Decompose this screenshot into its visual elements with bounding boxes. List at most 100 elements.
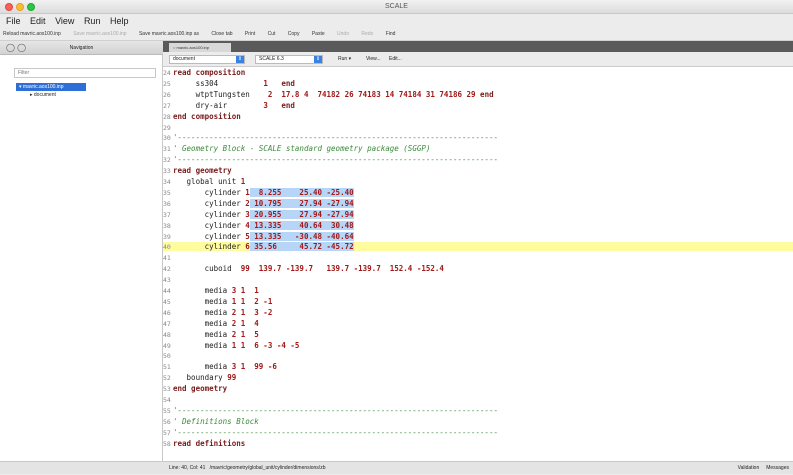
mode-select[interactable]: document ⇕ [169, 55, 245, 64]
code-line[interactable]: 32 '-------------------------------------… [163, 155, 793, 164]
version-select[interactable]: SCALE 6.3 ⇕ [255, 55, 323, 64]
nav-buttons-icon[interactable]: ◯ ◯ [6, 44, 26, 52]
line-number: 31 [163, 145, 171, 154]
line-number: 27 [163, 101, 171, 110]
code-line[interactable]: 33 read geometry [163, 166, 793, 175]
paste-button[interactable]: Paste [312, 31, 325, 37]
find-button[interactable]: Find [386, 31, 396, 37]
tree-item-root[interactable]: ▾ mavric.aos100.inp [16, 83, 86, 91]
code-line[interactable]: 27 dry-air 3 end [163, 101, 793, 110]
close-window-icon[interactable] [5, 3, 13, 11]
code-token: ' Definitions Block [173, 416, 259, 426]
code-token: dry-air [173, 100, 264, 110]
code-line[interactable]: 30 '-------------------------------------… [163, 133, 793, 142]
code-line[interactable]: 45 media 1 1 2 -1 [163, 297, 793, 306]
line-number: 39 [163, 232, 171, 241]
code-line[interactable]: 35 cylinder 1 8.255 25.40 -25.40 [163, 187, 793, 197]
code-line[interactable]: 37 cylinder 3 20.955 27.94 -27.94 [163, 209, 793, 219]
run-button[interactable]: Run ▾ [338, 52, 351, 67]
code-line[interactable]: 46 media 2 1 3 -2 [163, 308, 793, 317]
code-line[interactable]: 54 [163, 395, 793, 404]
code-token: media [173, 307, 232, 317]
line-number: 45 [163, 297, 171, 306]
line-number: 43 [163, 276, 171, 285]
menu-view[interactable]: View [55, 16, 74, 26]
code-token: cylinder [173, 220, 246, 230]
code-token: 2 1 5 [231, 329, 259, 339]
line-number: 44 [163, 287, 171, 295]
messages-tab[interactable]: Messages [766, 465, 789, 471]
code-line[interactable]: 29 [163, 123, 793, 132]
save-button[interactable]: Save mavric.aos100.inp [73, 31, 126, 37]
tree-item-document[interactable]: ▸ document [30, 91, 56, 99]
code-line[interactable]: 44 media 3 1 1 [163, 286, 793, 295]
code-token: 20.955 27.94 -27.94 [254, 209, 354, 219]
navigation-pane [0, 55, 163, 461]
menu-help[interactable]: Help [110, 16, 129, 26]
code-editor[interactable]: 24 read composition 25 ss304 1 end 26 wtptT… [163, 67, 793, 461]
undo-button[interactable]: Undo [337, 31, 349, 37]
save-as-button[interactable]: Save mavric.aos100.inp as [139, 31, 199, 37]
edit-button[interactable]: Edit... [389, 52, 402, 67]
code-line[interactable]: 53 end geometry [163, 384, 793, 393]
code-line[interactable]: 40 cylinder 6 35.56 45.72 -45.72 [163, 242, 793, 252]
code-line[interactable]: 55 '-------------------------------------… [163, 406, 793, 415]
code-line[interactable]: 43 [163, 275, 793, 284]
code-line[interactable]: 56 ' Definitions Block [163, 417, 793, 426]
code-line[interactable]: 48 media 2 1 5 [163, 330, 793, 339]
code-line[interactable]: 39 cylinder 5 13.335 -30.48 -40.64 [163, 231, 793, 241]
code-line[interactable]: 34 global unit 1 [163, 177, 793, 186]
line-number: 42 [163, 265, 171, 274]
menu-file[interactable]: File [6, 16, 21, 26]
code-line[interactable]: 31 ' Geometry Block - SCALE standard geom… [163, 144, 793, 153]
minimize-window-icon[interactable] [16, 3, 24, 11]
code-line[interactable]: 41 [163, 253, 793, 262]
code-token: media [173, 340, 232, 350]
code-token: 99 [227, 373, 237, 383]
line-number: 54 [163, 396, 171, 404]
print-button[interactable]: Print [245, 31, 255, 37]
code-token: 2 1 3 -2 [231, 307, 273, 317]
code-line[interactable]: 51 media 3 1 99 -6 [163, 362, 793, 371]
code-token: read geometry [173, 166, 232, 176]
code-line[interactable]: 28 end composition [163, 112, 793, 121]
code-line[interactable]: 58 read definitions [163, 439, 793, 448]
tab-mavric[interactable]: ○ mavric.aos100.inp [169, 43, 231, 52]
tree-child-label: document [33, 92, 56, 98]
code-token: cylinder [173, 187, 246, 197]
line-number: 51 [163, 363, 171, 372]
menu-run[interactable]: Run [84, 16, 101, 26]
view-button[interactable]: View... [366, 52, 381, 67]
code-line[interactable]: 52 boundary 99 [163, 373, 793, 382]
navigation-header: ◯ ◯ Navigation [0, 41, 163, 55]
status-bar: Line: 40, Col: 41 /mavric/geometry/globa… [163, 461, 793, 474]
title-bar: SCALE [0, 0, 793, 14]
menu-bar: File Edit View Run Help [0, 14, 793, 28]
code-line[interactable]: 49 media 1 1 6 -3 -4 -5 [163, 341, 793, 350]
code-line[interactable]: 25 ss304 1 end [163, 79, 793, 88]
code-line[interactable]: 38 cylinder 4 13.335 40.64 30.48 [163, 220, 793, 230]
chevron-down-icon: ⇕ [314, 56, 322, 63]
code-line[interactable]: 36 cylinder 2 10.795 27.94 -27.94 [163, 198, 793, 208]
line-number: 40 [163, 243, 171, 252]
cut-button[interactable]: Cut [268, 31, 276, 37]
validation-tab[interactable]: Validation [738, 465, 760, 471]
code-line[interactable]: 26 wtptTungsten 2 17.8 4 74182 26 74183 … [163, 90, 793, 99]
code-line[interactable]: 24 read composition [163, 68, 793, 77]
menu-edit[interactable]: Edit [30, 16, 46, 26]
reload-button[interactable]: Reload mavric.aos100.inp [3, 31, 61, 37]
copy-button[interactable]: Copy [288, 31, 300, 37]
code-line[interactable]: 47 media 2 1 4 [163, 319, 793, 328]
close-tab-button[interactable]: Close tab [211, 31, 232, 37]
code-line[interactable]: 50 [163, 351, 793, 360]
filter-input[interactable] [14, 68, 156, 78]
cursor-position: Line: 40, Col: 41 [169, 465, 206, 471]
code-line[interactable]: 42 cuboid 99 139.7 -139.7 139.7 -139.7 1… [163, 264, 793, 273]
code-line[interactable]: 57 '-------------------------------------… [163, 428, 793, 437]
line-number: 47 [163, 319, 171, 328]
maximize-window-icon[interactable] [27, 3, 35, 11]
toolbar: Reload mavric.aos100.inp Save mavric.aos… [0, 28, 793, 41]
code-token: '---------------------------------------… [173, 133, 499, 143]
redo-button[interactable]: Redo [361, 31, 373, 37]
